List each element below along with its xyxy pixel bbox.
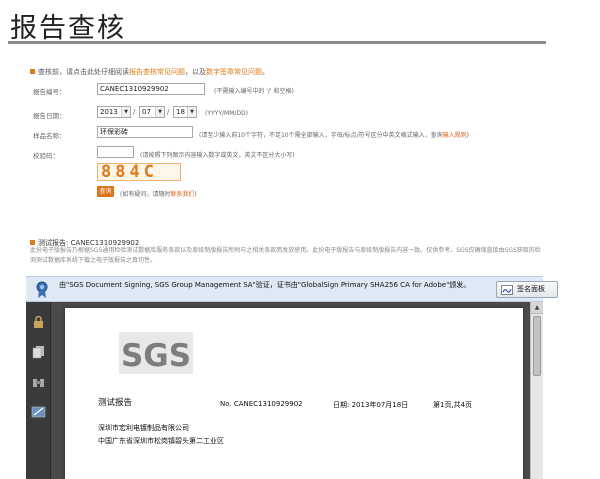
report-no-hint: (不需输入编号中的 '/' 和空格) <box>214 88 294 95</box>
intro-text-before: 查核前，请点击此处仔细阅读 <box>38 68 129 76</box>
left-toolbar <box>26 302 51 479</box>
pen-icon <box>501 285 513 295</box>
captcha-label: 校验码： <box>33 152 59 160</box>
captcha-image[interactable]: 884C <box>97 163 181 181</box>
signature-panel-label: 签名面板 <box>517 285 545 293</box>
year-select[interactable]: 2013 ▼ <box>97 106 131 118</box>
query-button[interactable]: 查询 <box>97 186 114 197</box>
report-no-label: 报告编号： <box>33 88 66 96</box>
day-select[interactable]: 18 ▼ <box>173 106 197 118</box>
report-no-input[interactable]: CANEC1310929902 <box>97 83 205 95</box>
sgs-logo: SGS <box>117 330 195 376</box>
doc-address: 中国广东省深圳市松岗镇碧头第二工业区 <box>98 437 224 445</box>
report-date-label: 报告日期： <box>33 112 66 120</box>
faq-report-link[interactable]: 报告查核常见问题 <box>129 68 185 76</box>
faq-signature-link[interactable]: 数字签章常见问题 <box>206 68 262 76</box>
doc-company: 深圳市宏利电镀制品有限公司 <box>98 424 189 432</box>
sample-name-hint-end: ) <box>466 132 470 139</box>
report-date-hint: (YYYY/MM/DD) <box>205 110 248 117</box>
scroll-up-arrow-icon[interactable]: ▲ <box>531 302 543 314</box>
sample-name-label: 样品名称： <box>33 132 66 140</box>
certificate-ribbon-icon <box>36 281 48 298</box>
doc-page-count: 第1页,共4页 <box>433 401 473 409</box>
help-text-end: ) <box>194 191 197 198</box>
chevron-down-icon: ▼ <box>155 107 164 117</box>
year-value: 2013 <box>100 108 118 116</box>
svg-text:SGS: SGS <box>121 338 191 374</box>
doc-date: 日期: 2013年07月18日 <box>333 401 409 409</box>
month-value: 07 <box>142 108 151 116</box>
page-title: 报告查核 <box>10 13 126 44</box>
month-select[interactable]: 07 ▼ <box>139 106 165 118</box>
pdf-viewer: SGS 测试报告 No. CANEC1310929902 日期: 2013年07… <box>26 302 543 479</box>
doc-title: 测试报告 <box>98 398 133 408</box>
contact-us-link[interactable]: 联系我们 <box>170 191 194 198</box>
doc-number: No. CANEC1310929902 <box>220 400 303 408</box>
report-description: 此份电子版报告乃根据SGS通用检验测试数据库服务条款以及原纸制版报告所附与之相关… <box>30 247 541 264</box>
intro-text-mid: ，以及 <box>185 68 206 76</box>
pdf-page: SGS 测试报告 No. CANEC1310929902 日期: 2013年07… <box>65 308 523 479</box>
scroll-thumb[interactable] <box>533 316 541 376</box>
chevron-down-icon: ▼ <box>187 107 196 117</box>
title-divider <box>8 41 546 44</box>
help-text: (如有疑问，请随时 <box>120 191 171 198</box>
sample-name-input[interactable]: 环保彩砖 <box>97 126 193 138</box>
attachments-icon[interactable] <box>31 375 46 389</box>
bullet-square-icon <box>30 69 35 74</box>
day-value: 18 <box>176 108 185 116</box>
signature-panel-button[interactable]: 签名面板 <box>496 281 558 298</box>
signature-text: 由"SGS Document Signing, SGS Group Manage… <box>59 281 471 289</box>
lock-icon[interactable] <box>31 315 46 329</box>
sample-name-hint: (请至少输入前10个字符，不足10个需全部输入，字母/标点/符号区分中英文格式输… <box>199 130 469 139</box>
help-line: (如有疑问，请随时联系我们) <box>120 189 197 198</box>
captcha-hint: (请按照下列图示内容输入数字或英文，英文不区分大小写) <box>140 152 295 159</box>
bullet-square-icon <box>30 240 35 245</box>
date-slash: / <box>133 108 136 116</box>
sample-name-hint-text: (请至少输入前10个字符，不足10个需全部输入，字母/标点/符号区分中英文格式输… <box>199 132 443 139</box>
date-slash: / <box>167 108 170 116</box>
captcha-input[interactable] <box>97 146 134 158</box>
signature-bar: 由"SGS Document Signing, SGS Group Manage… <box>26 276 558 302</box>
vertical-scrollbar[interactable]: ▲ <box>530 302 543 479</box>
intro-line: 查核前，请点击此处仔细阅读报告查核常见问题，以及数字签章常见问题。 <box>30 67 269 77</box>
intro-text-after: 。 <box>262 68 269 76</box>
signature-pen-icon[interactable] <box>31 405 46 419</box>
pages-icon[interactable] <box>31 345 46 359</box>
input-rules-link[interactable]: 输入规则 <box>443 132 467 139</box>
chevron-down-icon: ▼ <box>121 107 130 117</box>
